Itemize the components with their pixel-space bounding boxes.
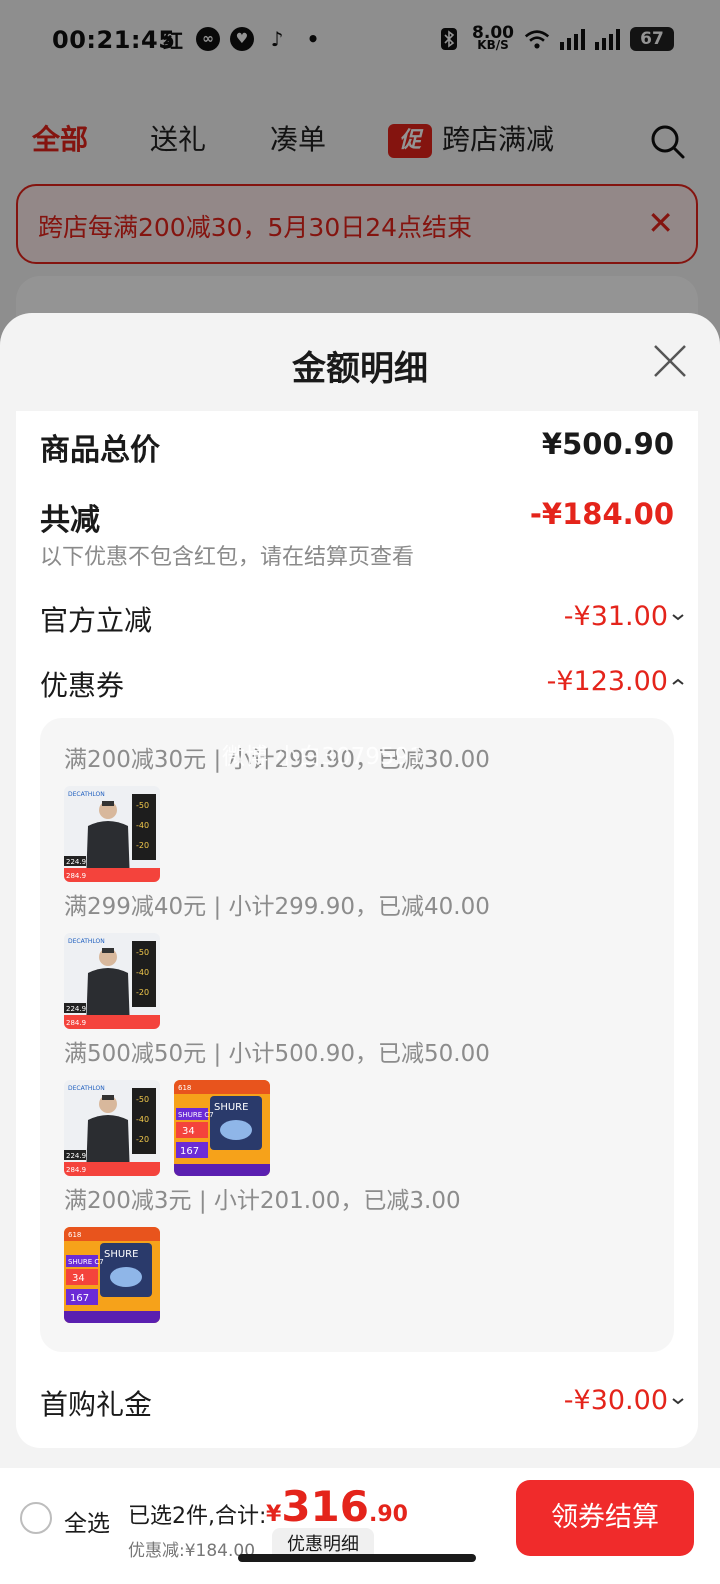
discount-note: 以下优惠不包含红包，请在结算页查看 — [40, 545, 415, 570]
svg-text:34: 34 — [72, 1273, 85, 1284]
total-discount-label: 共减 — [40, 503, 100, 538]
currency-symbol: ¥ — [266, 1502, 282, 1527]
svg-text:224.9: 224.9 — [66, 858, 86, 866]
coupon-group-text: 满299减40元 | 小计299.90，已减40.00 — [64, 894, 490, 920]
svg-text:618: 618 — [178, 1084, 191, 1092]
checkout-bar: 全选 已选2件,合计: ¥316.90 优惠减:¥184.00 优惠明细 领券结… — [0, 1468, 720, 1584]
checkout-button[interactable]: 领券结算 — [516, 1480, 694, 1556]
total-price-label: 商品总价 — [40, 433, 160, 468]
coupon-breakdown: 满200减30元 | 小计299.90，已减30.00 DECATHLON -5… — [40, 718, 674, 1352]
svg-text:DECATHLON: DECATHLON — [68, 1085, 105, 1092]
close-icon[interactable] — [652, 343, 688, 379]
svg-text:284.9: 284.9 — [66, 872, 86, 880]
coupon-label[interactable]: 优惠券 — [40, 664, 124, 704]
select-all-label[interactable]: 全选 — [64, 1504, 110, 1538]
product-thumb-decathlon[interactable]: DECATHLON -50 -40 -20 224.9 284.9 — [64, 786, 160, 882]
coupon-group-text: 满200减30元 | 小计299.90，已减30.00 — [64, 747, 490, 773]
svg-text:-40: -40 — [136, 1115, 149, 1124]
svg-text:284.9: 284.9 — [66, 1166, 86, 1174]
total-discount-value: -¥184.00 — [529, 497, 674, 531]
svg-text:SHURE: SHURE — [214, 1102, 248, 1113]
total-integer: 316 — [281, 1482, 369, 1531]
amount-detail-card: 商品总价 ¥500.90 共减 -¥184.00 以下优惠不包含红包，请在结算页… — [16, 411, 698, 1448]
first-purchase-value[interactable]: -¥30.00 — [564, 1385, 668, 1416]
amount-detail-sheet: 金额明细 商品总价 ¥500.90 共减 -¥184.00 以下优惠不包含红包，… — [0, 313, 720, 1584]
product-thumb-shure[interactable]: 618 SHURE SHURE C7 34 167 — [174, 1080, 270, 1176]
svg-text:34: 34 — [182, 1126, 195, 1137]
svg-text:-20: -20 — [136, 1135, 149, 1144]
svg-text:SHURE C7: SHURE C7 — [178, 1111, 214, 1119]
svg-text:-20: -20 — [136, 988, 149, 997]
svg-text:-20: -20 — [136, 841, 149, 850]
svg-text:-40: -40 — [136, 968, 149, 977]
chevron-down-icon[interactable] — [670, 1393, 686, 1409]
coupon-group-text: 满500减50元 | 小计500.90，已减50.00 — [64, 1041, 490, 1067]
svg-text:167: 167 — [180, 1146, 199, 1157]
official-discount-label[interactable]: 官方立减 — [40, 599, 152, 639]
product-thumb-shure[interactable]: 618 SHURE SHURE C7 34 167 — [64, 1227, 160, 1323]
svg-text:DECATHLON: DECATHLON — [68, 791, 105, 798]
select-all-checkbox[interactable] — [20, 1502, 52, 1534]
home-indicator — [238, 1554, 476, 1562]
svg-text:224.9: 224.9 — [66, 1152, 86, 1160]
svg-text:-50: -50 — [136, 948, 149, 957]
svg-text:-50: -50 — [136, 801, 149, 810]
svg-text:SHURE: SHURE — [104, 1249, 138, 1260]
coupon-group-text: 满200减3元 | 小计201.00，已减3.00 — [64, 1188, 461, 1214]
svg-text:618: 618 — [68, 1231, 81, 1239]
total-price-value: ¥500.90 — [541, 427, 674, 461]
svg-text:-40: -40 — [136, 821, 149, 830]
svg-text:224.9: 224.9 — [66, 1005, 86, 1013]
first-purchase-label[interactable]: 首购礼金 — [40, 1383, 152, 1423]
total-amount: ¥316.90 — [266, 1482, 408, 1531]
official-discount-value[interactable]: -¥31.00 — [564, 601, 668, 632]
chevron-down-icon[interactable] — [670, 609, 686, 625]
sheet-title: 金额明细 — [292, 349, 428, 389]
svg-text:DECATHLON: DECATHLON — [68, 938, 105, 945]
total-decimal: .90 — [368, 1502, 408, 1527]
svg-text:284.9: 284.9 — [66, 1019, 86, 1027]
chevron-up-icon[interactable] — [670, 674, 686, 690]
selected-count-text: 已选2件,合计: — [128, 1504, 267, 1529]
product-thumb-decathlon[interactable]: DECATHLON -50 -40 -20 224.9 284.9 — [64, 933, 160, 1029]
discount-summary: 优惠减:¥184.00 — [128, 1541, 256, 1561]
product-thumb-decathlon[interactable]: DECATHLON -50 -40 -20 224.9 284.9 — [64, 1080, 160, 1176]
svg-text:SHURE C7: SHURE C7 — [68, 1258, 104, 1266]
coupon-value[interactable]: -¥123.00 — [547, 666, 668, 697]
svg-text:-50: -50 — [136, 1095, 149, 1104]
svg-text:167: 167 — [70, 1293, 89, 1304]
